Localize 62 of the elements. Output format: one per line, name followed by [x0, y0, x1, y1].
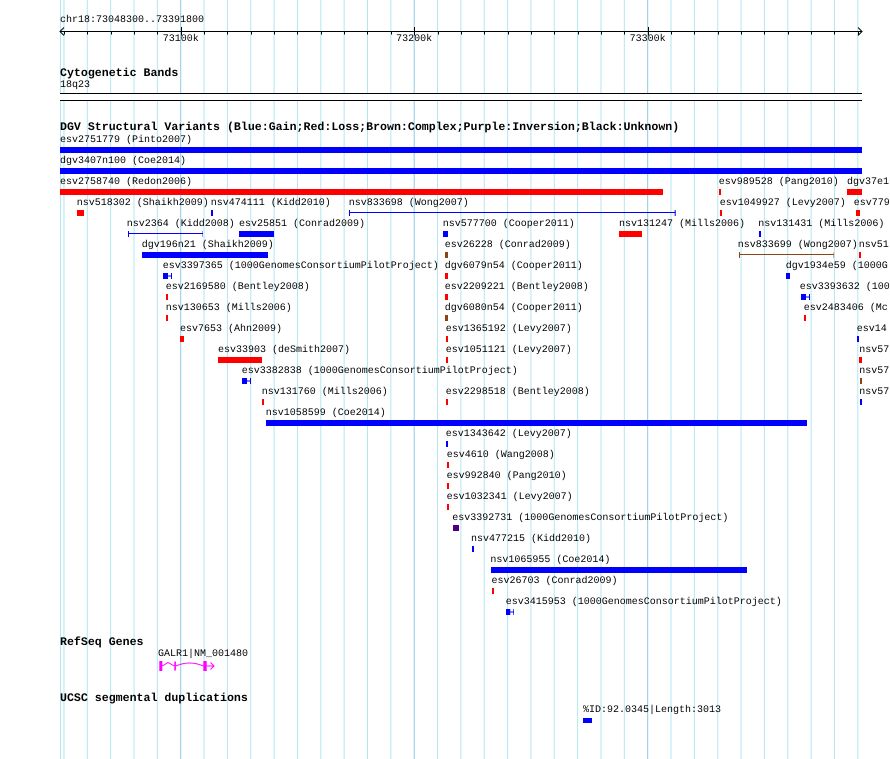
segment-bar	[583, 718, 592, 724]
variant-label: nsv577700 (Cooper2011)	[442, 218, 575, 230]
variant-label: esv2483406 (Mc	[804, 302, 888, 314]
variant-label: nsv131247 (Mills2006)	[619, 218, 746, 230]
variant-label: dgv6080n54 (Cooper2011)	[444, 302, 583, 314]
variant-label: esv1032341 (Levy2007)	[446, 492, 573, 504]
variant-label: esv3393632 (100	[800, 282, 890, 294]
variant-label: esv1343642 (Levy2007)	[446, 428, 572, 440]
track-title: RefSeq Genes	[60, 636, 144, 650]
variant-label: esv1049927 (Levy2007)	[720, 198, 846, 210]
variant-label: dgv3407n100 (Coe2014)	[60, 156, 186, 168]
variant-label: dgv1934e59 (1000G	[786, 260, 888, 272]
variant-label: esv26228 (Conrad2009)	[444, 240, 571, 252]
tick-label: 73200k	[396, 34, 432, 46]
variant-label: esv3415953 (1000GenomesConsortiumPilotProject)	[506, 596, 782, 608]
variant-label: esv26703 (Conrad2009)	[492, 576, 618, 588]
variant-label: esv3382838 (1000GenomesConsortiumPilotProject)	[242, 366, 518, 378]
variant-label: dgv6079n54 (Cooper2011)	[444, 260, 583, 272]
variant-label: nsv833699 (Wong2007)	[738, 240, 858, 252]
variant-label: esv779	[854, 198, 890, 210]
location-label: chr18:73048300..73391800	[60, 15, 204, 27]
variant-label: esv3392731 (1000GenomesConsortiumPilotProject)	[452, 512, 728, 524]
variant-label: nsv474111 (Kidd2010)	[210, 198, 331, 210]
variant-label: nsv131431 (Mills2006)	[758, 218, 884, 230]
variant-label: nsv130653 (Mills2006)	[166, 302, 292, 314]
variant-label: esv33903 (deSmith2007)	[218, 344, 350, 356]
variant-label: nsv477215 (Kidd2010)	[471, 534, 592, 546]
variant-label: nsv1058599 (Coe2014)	[266, 408, 386, 420]
variant-label: nsv51	[858, 240, 889, 252]
variant-label: dgv196n21 (Shaikh2009)	[142, 240, 274, 252]
tick-label: 73300k	[630, 34, 666, 46]
variant-label: nsv2364 (Kidd2008)	[126, 218, 235, 230]
track-title: Cytogenetic Bands	[60, 68, 178, 80]
segment-label: %ID:92.0345|Length:3013	[583, 704, 722, 717]
variant-label: esv14	[856, 324, 887, 336]
variant-label: esv7653 (Ahn2009)	[180, 324, 282, 336]
gene-structure-drawing	[159, 661, 215, 672]
variant-label: nsv57	[859, 366, 890, 378]
variant-label: esv2209221 (Bentley2008)	[444, 282, 589, 294]
variant-label: nsv833698 (Wong2007)	[348, 198, 469, 210]
variant-label: dgv37e1	[847, 176, 890, 188]
variant-label: nsv131760 (Mills2006)	[262, 386, 388, 398]
variant-label: nsv518302 (Shaikh2009)	[76, 198, 209, 210]
variant-label: esv2758740 (Redon2006)	[60, 176, 192, 188]
gene-label: GALR1|NM_001480	[158, 649, 248, 662]
variant-label: nsv57	[859, 344, 890, 356]
variant-label: esv989528 (Pang2010)	[718, 176, 839, 188]
variant-label: esv25851 (Conrad2009)	[239, 218, 366, 230]
variant-label: esv1051121 (Levy2007)	[446, 344, 572, 356]
track-title: DGV Structural Variants (Blue:Gain;Red:Loss;Brown:Complex;Purple:Inversion;Black:Unknown)	[60, 121, 680, 134]
variant-label: esv2751779 (Pinto2007)	[60, 134, 192, 146]
track-title: UCSC segmental duplications	[60, 692, 248, 705]
variant-label: esv992840 (Pang2010)	[446, 470, 567, 482]
variant-label: nsv1065955 (Coe2014)	[490, 554, 610, 566]
variant-label: esv3397365 (1000GenomesConsortiumPilotProject)	[162, 260, 439, 272]
variant-label: nsv57	[859, 386, 890, 398]
variant-label: esv2169580 (Bentley2008)	[166, 282, 310, 294]
variant-label: esv4610 (Wang2008)	[446, 450, 555, 462]
variant-label: esv2298518 (Bentley2008)	[446, 386, 590, 398]
tick-label: 73100k	[162, 34, 199, 46]
variant-label: esv1365192 (Levy2007)	[446, 324, 572, 336]
band-label: 18q23	[60, 80, 90, 92]
